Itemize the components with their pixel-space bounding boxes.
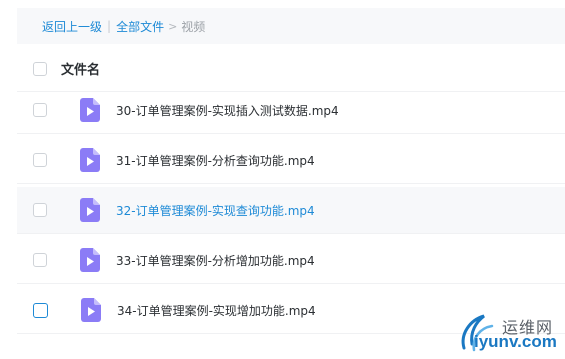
table-row[interactable]: 30-订单管理案例-实现插入测试数据.mp4: [17, 87, 565, 134]
table-row[interactable]: 33-订单管理案例-分析增加功能.mp4: [17, 237, 565, 284]
row-checkbox[interactable]: [33, 253, 47, 267]
file-name[interactable]: 32-订单管理案例-实现查询功能.mp4: [116, 202, 315, 219]
video-file-icon: [81, 298, 101, 322]
breadcrumb-current: 视频: [181, 19, 206, 34]
file-name[interactable]: 33-订单管理案例-分析增加功能.mp4: [116, 252, 315, 269]
breadcrumb-arrow: >: [168, 19, 178, 33]
row-checkbox[interactable]: [33, 203, 47, 217]
column-header-filename[interactable]: 文件名: [61, 59, 100, 78]
watermark: 运维网 iyunv.com: [456, 306, 565, 359]
breadcrumb: 返回上一级 | 全部文件 > 视频: [17, 8, 565, 44]
watermark-url: iyunv.com: [474, 332, 557, 351]
video-file-icon: [80, 248, 100, 272]
file-name[interactable]: 30-订单管理案例-实现插入测试数据.mp4: [116, 102, 339, 119]
table-row[interactable]: 32-订单管理案例-实现查询功能.mp4: [17, 187, 565, 234]
back-link[interactable]: 返回上一级: [42, 18, 102, 35]
row-checkbox[interactable]: [33, 302, 48, 318]
row-checkbox[interactable]: [33, 103, 47, 117]
breadcrumb-separator: |: [107, 19, 112, 33]
select-all-checkbox[interactable]: [33, 61, 47, 76]
file-browser: 返回上一级 | 全部文件 > 视频 文件名 30-订单管理案例-实现插入测试数据…: [0, 0, 565, 359]
video-file-icon: [80, 148, 100, 172]
table-row[interactable]: 31-订单管理案例-分析查询功能.mp4: [17, 137, 565, 184]
file-name[interactable]: 34-订单管理案例-实现增加功能.mp4: [117, 302, 316, 319]
video-file-icon: [80, 98, 100, 122]
row-checkbox[interactable]: [33, 153, 47, 167]
file-name[interactable]: 31-订单管理案例-分析查询功能.mp4: [116, 152, 315, 169]
all-files-link[interactable]: 全部文件: [116, 18, 164, 35]
video-file-icon: [80, 198, 100, 222]
table-header: 文件名: [17, 46, 565, 92]
